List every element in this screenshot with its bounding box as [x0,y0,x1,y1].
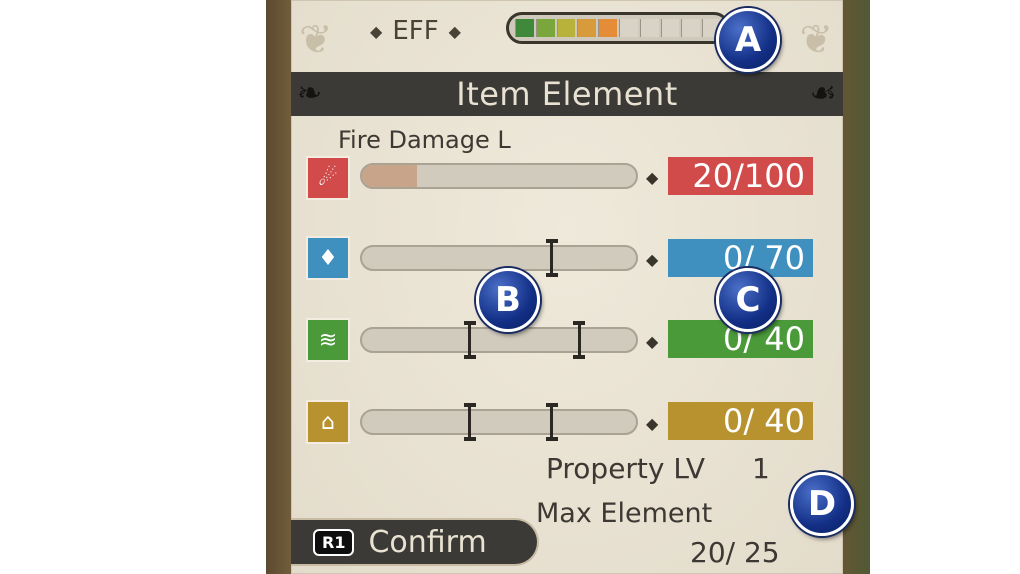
section-title: Item Element [456,75,678,113]
corner-ornament-icon: ❦ [799,17,833,63]
diamond-icon: ◆ [646,168,659,187]
eff-label-group: ◆ EFF ◆ [370,16,461,46]
eff-segment [515,19,534,37]
callout-badge-d: D [790,472,854,536]
callout-badge-b: B [476,268,540,332]
eff-segment [639,19,659,37]
diamond-icon: ◆ [448,21,461,41]
fire-value: 20/100 [668,157,813,195]
eff-segment [618,19,638,37]
ice-icon: ♦ [306,236,350,280]
property-lv-label: Property LV [546,452,706,485]
callout-badge-c: C [716,268,780,332]
wind-icon: ⌂ [306,400,350,444]
section-header: ❧ Item Element ☙ [291,72,843,116]
corner-ornament-icon: ❦ [299,17,333,63]
confirm-button[interactable]: R1 Confirm [291,518,539,566]
threshold-marker [573,321,586,359]
eff-segment [556,19,576,37]
eff-segment [681,19,701,37]
max-element-value: 20/ 25 [690,536,780,569]
diamond-icon: ◆ [370,21,383,41]
threshold-marker [545,239,558,277]
confirm-label: Confirm [368,524,487,560]
ice-gauge-track [360,245,638,271]
r1-button-icon: R1 [313,528,355,556]
property-lv-value: 1 [752,452,770,485]
diamond-icon: ◆ [646,332,659,351]
eff-label: EFF [392,16,439,46]
eff-segment [598,19,617,37]
diamond-icon: ◆ [646,250,659,269]
callout-badge-a: A [716,8,780,72]
fire-gauge-track [360,163,638,189]
eff-segment [660,19,680,37]
max-element-label: Max Element [536,498,713,529]
eff-segment [535,19,555,37]
fire-icon: ☄ [306,156,350,200]
threshold-marker [545,403,558,441]
threshold-marker [463,403,476,441]
lightning-icon: ≋ [306,318,350,362]
threshold-marker [463,321,476,359]
header-ornament-icon: ❧ [297,76,323,111]
diamond-icon: ◆ [646,414,659,433]
wind-value: 0/ 40 [668,402,813,440]
eff-gauge [506,12,730,44]
wind-gauge-track [360,409,638,435]
eff-segment [577,19,597,37]
element-effect-name: Fire Damage L [338,126,511,154]
header-ornament-icon: ☙ [809,76,837,111]
